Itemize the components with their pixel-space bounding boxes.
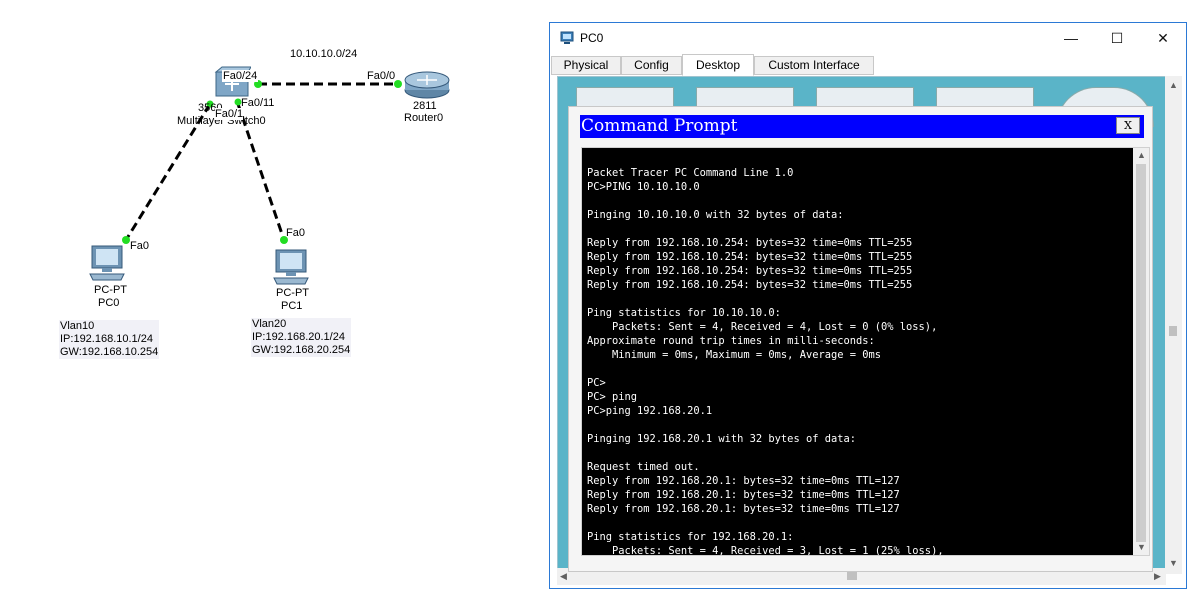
terminal-output[interactable]: Packet Tracer PC Command Line 1.0 PC>PIN…: [587, 166, 944, 556]
command-prompt-close-button[interactable]: X: [1116, 117, 1140, 134]
port-label: Fa0/1: [215, 108, 244, 120]
terminal-line: PC>ping 192.168.20.1: [587, 405, 713, 417]
scroll-thumb[interactable]: [1169, 326, 1177, 336]
pc1-note: Vlan20 IP:192.168.20.1/24 GW:192.168.20.…: [251, 318, 352, 357]
topology-links: [122, 80, 402, 244]
terminal[interactable]: Packet Tracer PC Command Line 1.0 PC>PIN…: [581, 147, 1150, 556]
window-vertical-scrollbar[interactable]: ▲ ▼: [1165, 76, 1182, 574]
terminal-line: Ping statistics for 192.168.20.1:: [587, 531, 794, 543]
scroll-down-icon[interactable]: ▼: [1169, 558, 1178, 568]
terminal-line: PC> ping: [587, 391, 638, 403]
tab-custom-interface[interactable]: Custom Interface: [754, 56, 874, 75]
port-label: Fa0: [130, 240, 149, 252]
router[interactable]: [403, 68, 451, 103]
tab-bar: Physical Config Desktop Custom Interface: [550, 54, 1186, 76]
pc0-note: Vlan10 IP:192.168.10.1/24 GW:192.168.10.…: [59, 320, 160, 359]
terminal-line: Reply from 192.168.20.1: bytes=32 time=0…: [587, 489, 900, 501]
terminal-line: Reply from 192.168.10.254: bytes=32 time…: [587, 279, 913, 291]
pc1-type-label: PC-PT: [276, 287, 309, 299]
terminal-line: Minimum = 0ms, Maximum = 0ms, Average = …: [587, 349, 882, 361]
pc0-window: PC0 — ☐ ✕ Physical Config Desktop Custom…: [549, 22, 1187, 589]
terminal-line: Reply from 192.168.10.254: bytes=32 time…: [587, 237, 913, 249]
pc0-note-gw: GW:192.168.10.254: [60, 346, 159, 358]
pc0-note-vlan: Vlan10: [60, 320, 95, 332]
pc1-name-label: PC1: [281, 300, 303, 312]
port-label: Fa0: [286, 227, 305, 239]
maximize-button[interactable]: ☐: [1094, 23, 1140, 53]
scroll-up-icon[interactable]: ▲: [1137, 150, 1146, 160]
title-bar[interactable]: PC0 — ☐ ✕: [550, 23, 1186, 53]
router-name-label: Router0: [404, 112, 444, 124]
terminal-line: Reply from 192.168.20.1: bytes=32 time=0…: [587, 475, 900, 487]
pc0-device[interactable]: [88, 244, 126, 285]
pc-icon: [273, 249, 309, 285]
terminal-line: Ping statistics for 10.10.10.0:: [587, 307, 781, 319]
terminal-line: Request timed out.: [587, 461, 700, 473]
pc1-device[interactable]: [272, 248, 310, 289]
pc-icon: [89, 245, 125, 281]
network-label: 10.10.10.0/24: [290, 48, 358, 60]
terminal-line: PC>: [587, 377, 606, 389]
port-label: Fa0/0: [367, 70, 396, 82]
port-up-dot: [394, 80, 402, 88]
scroll-right-icon[interactable]: ▶: [1154, 571, 1161, 582]
scroll-left-icon[interactable]: ◀: [560, 571, 567, 582]
terminal-line: PC>PING 10.10.10.0: [587, 181, 700, 193]
command-prompt-title: Command Prompt: [581, 116, 738, 136]
window-title: PC0: [580, 31, 604, 45]
terminal-line: Packets: Sent = 4, Received = 4, Lost = …: [587, 321, 938, 333]
scroll-thumb[interactable]: [847, 572, 857, 580]
minimize-button[interactable]: —: [1048, 23, 1094, 53]
pc1-note-gw: GW:192.168.20.254: [252, 344, 351, 356]
router-model-label: 2811: [413, 100, 437, 112]
scroll-thumb[interactable]: [1136, 164, 1146, 542]
terminal-line: Packet Tracer PC Command Line 1.0: [587, 167, 794, 179]
command-prompt-title-bar: Command Prompt X: [580, 115, 1144, 138]
tab-physical[interactable]: Physical: [551, 56, 621, 75]
terminal-line: Reply from 192.168.10.254: bytes=32 time…: [587, 251, 913, 263]
pc1-note-ip: IP:192.168.20.1/24: [252, 331, 345, 343]
router-icon: [404, 71, 450, 99]
pc0-name-label: PC0: [98, 297, 120, 309]
port-up-dot: [122, 236, 130, 244]
scroll-down-icon[interactable]: ▼: [1137, 542, 1146, 552]
scroll-up-icon[interactable]: ▲: [1169, 80, 1178, 90]
port-label: Fa0/11: [241, 97, 275, 109]
terminal-line: Pinging 192.168.20.1 with 32 bytes of da…: [587, 433, 856, 445]
command-prompt-panel: Command Prompt X Packet Tracer PC Comman…: [568, 106, 1153, 572]
terminal-line: Packets: Sent = 4, Received = 3, Lost = …: [587, 545, 944, 556]
terminal-line: Reply from 192.168.10.254: bytes=32 time…: [587, 265, 913, 277]
terminal-scrollbar[interactable]: ▲ ▼: [1133, 148, 1149, 555]
pc0-note-ip: IP:192.168.10.1/24: [60, 333, 153, 345]
tab-config[interactable]: Config: [621, 56, 682, 75]
terminal-line: Pinging 10.10.10.0 with 32 bytes of data…: [587, 209, 844, 221]
tab-desktop[interactable]: Desktop: [682, 54, 754, 76]
pc-app-icon: [560, 31, 574, 44]
port-label: Fa0/24: [222, 70, 259, 82]
pc1-note-vlan: Vlan20: [252, 318, 287, 330]
terminal-line: Approximate round trip times in milli-se…: [587, 335, 875, 347]
terminal-line: Reply from 192.168.20.1: bytes=32 time=0…: [587, 503, 900, 515]
pc0-type-label: PC-PT: [94, 284, 127, 296]
close-button[interactable]: ✕: [1140, 23, 1186, 53]
topology-canvas[interactable]: 10.10.10.0/24 Fa0/24 Fa0/11 3560 Multila…: [0, 0, 545, 598]
